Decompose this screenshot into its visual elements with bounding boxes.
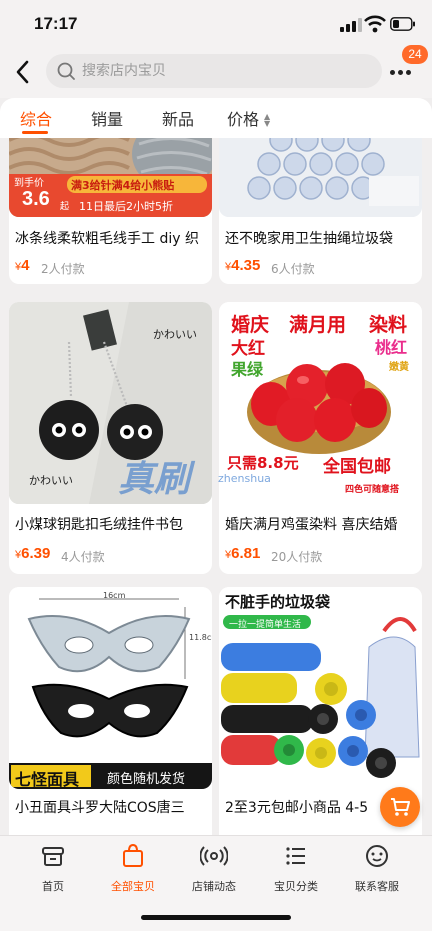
mask-width-label: 16cm — [103, 591, 126, 600]
product-card[interactable]: 还不晚家用卫生抽绳垃圾袋 ¥4.35 6人付款 — [219, 138, 422, 284]
tab-comprehensive[interactable]: 综合 — [20, 106, 52, 130]
promo-line1: 满3给针满4给小熊贴 — [71, 179, 175, 192]
paid-count: 20人付款 — [271, 550, 323, 564]
promo-tag: 到手价 — [14, 178, 44, 189]
kawaii-label-bottom: かわいい — [29, 474, 73, 487]
kawaii-label-top: かわいい — [153, 328, 197, 341]
active-tab-indicator — [22, 131, 48, 134]
product-card[interactable]: 婚庆 满月用 染料 大红 桃红 果绿 嫩黄 只需8.8元 全国包邮 四色可随意搭… — [219, 302, 422, 574]
search-input[interactable] — [82, 58, 362, 84]
product-image-bags[interactable] — [219, 138, 422, 217]
product-title[interactable]: 冰条线柔软粗毛线手工 diy 织 — [15, 228, 210, 248]
status-time: 17:17 — [34, 14, 78, 33]
dye-label-green: 果绿 — [231, 360, 264, 379]
dye-free-shipping: 全国包邮 — [323, 457, 391, 477]
back-arrow-icon[interactable] — [10, 56, 36, 88]
tab-price[interactable]: 价格 — [227, 106, 259, 130]
nav-label: 全部宝贝 — [111, 880, 155, 893]
nav-label: 首页 — [42, 880, 64, 893]
status-bar: 17:17 — [0, 0, 432, 48]
dye-label-fullmonth: 满月用 — [289, 314, 347, 336]
product-feed[interactable]: 到手价 满3给针满4给小熊贴 3.6 起 11日最后2小时5折 冰条线柔软粗毛线… — [0, 138, 432, 835]
list-icon — [286, 847, 305, 865]
shopping-bag-icon — [123, 843, 143, 867]
mask-name-label: 七怪面具 — [15, 770, 80, 789]
product-card[interactable]: 到手价 满3给针满4给小熊贴 3.6 起 11日最后2小时5折 冰条线柔软粗毛线… — [9, 138, 212, 284]
nav-categories[interactable]: 宝贝分类 — [256, 842, 336, 894]
promo-price: 3.6 — [22, 188, 50, 210]
mask-height-label: 11.8cm — [189, 633, 212, 642]
bag-headline: 不脏手的垃圾袋 — [225, 593, 331, 611]
paid-count: 6人付款 — [271, 262, 315, 276]
signal-icon — [340, 18, 362, 32]
promo-line2: 11日最后2小时5折 — [79, 200, 173, 213]
bag-subline: 一拉一提简单生活 — [229, 620, 302, 630]
product-image-yarn[interactable]: 到手价 满3给针满4给小熊贴 3.6 起 11日最后2小时5折 — [9, 138, 212, 217]
dye-label-wedding: 婚庆 — [231, 314, 270, 336]
masks-illustration — [9, 587, 212, 789]
product-title[interactable]: 小煤球钥匙扣毛绒挂件书包 — [15, 514, 210, 534]
tab-sales[interactable]: 销量 — [91, 106, 123, 130]
search-icon — [57, 62, 75, 80]
promo-unit: 起 — [60, 202, 70, 212]
dye-promo-price: 只需8.8元 — [227, 454, 299, 472]
notification-badge: 24 — [402, 45, 428, 64]
nav-label: 联系客服 — [355, 880, 399, 893]
product-price: ¥4 — [15, 257, 30, 274]
product-title[interactable]: 婚庆满月鸡蛋染料 喜庆结婚 — [225, 514, 420, 534]
product-price: ¥6.81 — [225, 545, 261, 562]
product-image-egg-dye[interactable]: 婚庆 满月用 染料 大红 桃红 果绿 嫩黄 只需8.8元 全国包邮 四色可随意搭 — [219, 302, 422, 504]
dye-label-pink: 桃红 — [375, 338, 408, 357]
nav-all-items[interactable]: 全部宝贝 — [93, 842, 173, 894]
nav-contact-service[interactable]: 联系客服 — [337, 842, 417, 894]
price-sort-icon[interactable]: ▲ ▼ — [264, 113, 270, 128]
mask-note-label: 颜色随机发货 — [107, 772, 186, 787]
product-image-masks[interactable]: 16cm 11.8cm 七怪面具 颜色随机发货 — [9, 587, 212, 789]
chat-face-icon — [366, 845, 388, 867]
product-price: ¥6.39 — [15, 545, 51, 562]
cart-icon — [391, 798, 410, 816]
home-indicator — [141, 915, 291, 920]
product-title[interactable]: 小丑面具斗罗大陆COS唐三 — [15, 797, 210, 817]
product-card[interactable]: 16cm 11.8cm 七怪面具 颜色随机发货 小丑面具斗罗大陆COS唐三 — [9, 587, 212, 835]
product-price: ¥4.35 — [225, 257, 261, 274]
product-card[interactable]: かわいい かわいい 小煤球钥匙扣毛绒挂件书包 ¥6.39 4人付款 — [9, 302, 212, 574]
product-image-bag-rolls[interactable]: 不脏手的垃圾袋 一拉一提简单生活 — [219, 587, 422, 789]
paid-count: 4人付款 — [61, 550, 105, 564]
bags-illustration — [219, 138, 422, 217]
dye-note: 四色可随意搭 — [345, 485, 400, 495]
nav-label: 店铺动态 — [192, 880, 236, 893]
paid-count: 2人付款 — [41, 262, 85, 276]
battery-icon — [390, 17, 415, 31]
nav-store-updates[interactable]: 店铺动态 — [174, 842, 254, 894]
dye-label-dye: 染料 — [369, 314, 408, 336]
product-image-keychain[interactable]: かわいい かわいい — [9, 302, 212, 504]
storefront-icon — [42, 847, 64, 866]
nav-label: 宝贝分类 — [274, 880, 318, 893]
nav-home[interactable]: 首页 — [13, 842, 93, 894]
wifi-icon — [364, 15, 386, 33]
search-bar[interactable] — [46, 54, 382, 88]
sort-tabs: 综合 销量 新品 价格 — [0, 98, 432, 222]
search-header: 24 — [0, 45, 432, 98]
dye-label-yellow: 嫩黄 — [389, 362, 409, 373]
product-title[interactable]: 还不晚家用卫生抽绳垃圾袋 — [225, 228, 420, 248]
cart-button[interactable] — [380, 787, 420, 827]
broadcast-icon — [200, 846, 228, 866]
tab-new[interactable]: 新品 — [162, 106, 194, 130]
